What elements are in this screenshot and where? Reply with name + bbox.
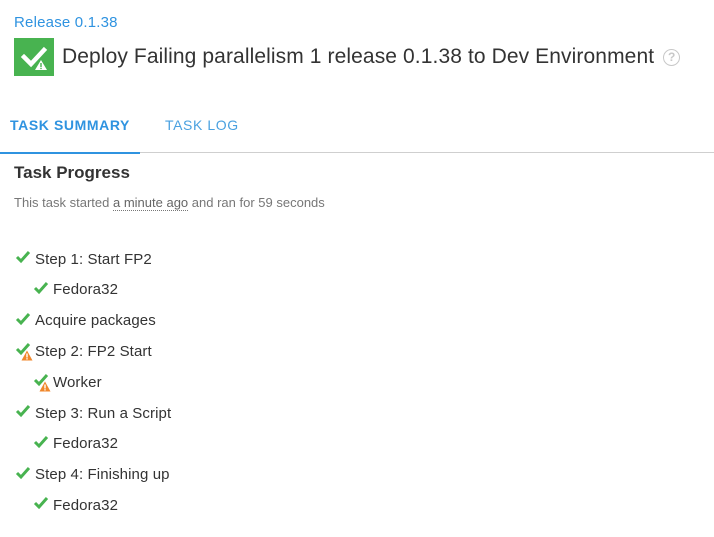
summary-suffix: and ran for 59 seconds (191, 195, 325, 210)
page-title: Deploy Failing parallelism 1 release 0.1… (62, 45, 655, 68)
started-time-ago: a minute ago (113, 195, 189, 211)
step-status-icon (32, 373, 51, 392)
tab-task-log[interactable]: TASK LOG (165, 98, 239, 153)
step-status-icon (14, 312, 32, 330)
check-icon (33, 497, 49, 510)
step-label: Worker (53, 373, 102, 391)
step-status-icon (14, 250, 32, 268)
step-label: Step 3: Run a Script (35, 404, 172, 422)
check-icon (15, 312, 31, 325)
task-step[interactable]: Step 1: Start FP2 (14, 245, 152, 273)
tab-task-summary[interactable]: TASK SUMMARY (0, 98, 140, 154)
step-status-icon (14, 342, 33, 361)
task-progress-summary: This task started a minute ago and ran f… (14, 195, 325, 211)
task-step-target[interactable]: Worker (32, 368, 102, 396)
summary-prefix: This task started (14, 195, 110, 210)
check-icon (15, 251, 31, 264)
task-status-icon (14, 38, 54, 76)
task-step[interactable]: Acquire packages (14, 307, 156, 335)
task-step-target[interactable]: Fedora32 (32, 491, 118, 519)
task-step-target[interactable]: Fedora32 (32, 276, 118, 304)
check-icon (15, 466, 31, 479)
step-status-icon (32, 435, 50, 453)
step-status-icon (14, 466, 32, 484)
check-icon (15, 405, 31, 418)
task-step[interactable]: Step 3: Run a Script (14, 399, 171, 427)
warning-triangle-icon (39, 381, 51, 392)
question-circle-icon[interactable]: ? (663, 48, 681, 66)
warning-triangle-icon (21, 350, 33, 361)
step-status-icon (32, 496, 50, 514)
task-step[interactable]: Step 4: Finishing up (14, 461, 170, 489)
step-status-icon (32, 281, 50, 299)
step-label: Step 4: Finishing up (35, 466, 170, 484)
task-progress-heading: Task Progress (14, 163, 130, 182)
step-status-icon (14, 404, 32, 422)
step-label: Step 2: FP2 Start (35, 342, 152, 360)
task-step[interactable]: Step 2: FP2 Start (14, 337, 152, 365)
tab-bar: TASK SUMMARY TASK LOG (0, 98, 714, 154)
step-label: Fedora32 (53, 496, 119, 514)
check-icon (33, 435, 49, 448)
breadcrumb-release-link[interactable]: Release 0.1.38 (14, 14, 118, 31)
task-step-target[interactable]: Fedora32 (32, 430, 118, 458)
check-icon (33, 281, 49, 294)
step-label: Step 1: Start FP2 (35, 250, 152, 268)
step-label: Fedora32 (53, 435, 119, 453)
step-label: Fedora32 (53, 281, 119, 299)
check-warning-icon (20, 46, 48, 70)
page-header: Deploy Failing parallelism 1 release 0.1… (14, 38, 681, 76)
step-label: Acquire packages (35, 312, 156, 330)
